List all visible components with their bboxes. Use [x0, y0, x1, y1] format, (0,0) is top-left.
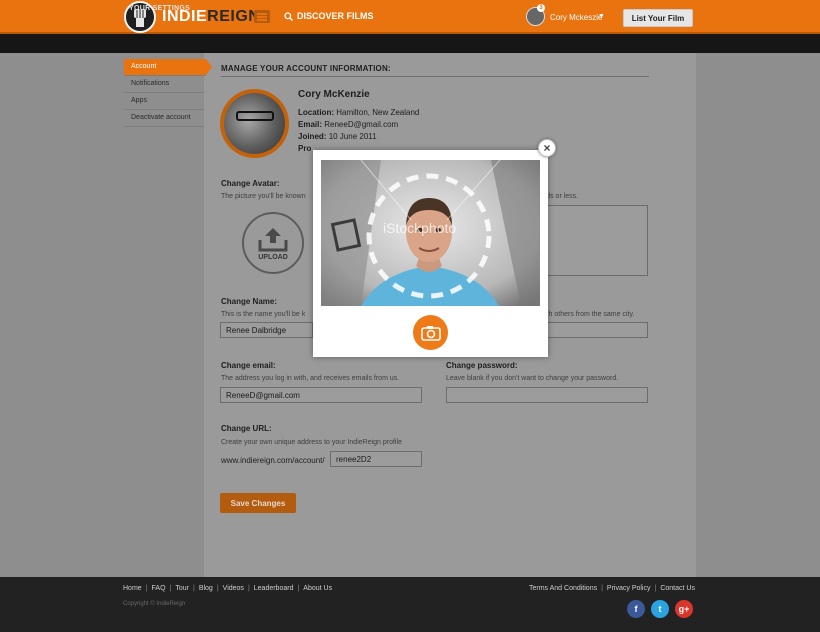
upload-icon: [258, 227, 288, 251]
footer-separator: |: [247, 585, 250, 592]
change-email-label: Change email:: [221, 361, 276, 370]
profile-url-row: Pro: [298, 144, 311, 153]
settings-title: YOUR SETTINGS: [129, 5, 191, 12]
location-value: Hamilton, New Zealand: [336, 108, 420, 117]
notification-badge[interactable]: 3: [537, 4, 545, 12]
footer-links-right: Terms And Conditions | Privacy Policy | Co…: [529, 585, 695, 592]
footer-link-faq[interactable]: FAQ: [152, 585, 166, 592]
profile-joined: Joined: 10 June 2011: [298, 132, 377, 141]
profile-label: Pro: [298, 144, 312, 153]
change-password-help: Leave blank if you don't want to change …: [446, 375, 619, 382]
footer-link-videos[interactable]: Videos: [223, 585, 244, 592]
copyright: Copyright © IndieReign: [123, 601, 186, 607]
url-field[interactable]: renee2D2: [330, 451, 422, 467]
footer-separator: |: [297, 585, 300, 592]
footer-links-left: Home | FAQ | Tour | Blog | Videos | Leaderboa…: [123, 585, 332, 592]
page-background-right: [696, 53, 820, 577]
email-field[interactable]: ReneeD@gmail.com: [220, 387, 422, 403]
email-label: Email:: [298, 120, 323, 129]
twitter-icon[interactable]: t: [651, 600, 669, 618]
footer-link-home[interactable]: Home: [123, 585, 142, 592]
camera-capture-button[interactable]: [413, 315, 448, 350]
change-url-help: Create your own unique address to your I…: [221, 439, 402, 446]
user-name[interactable]: Cory Mckeszie: [550, 13, 602, 22]
settings-subbar: [0, 34, 820, 53]
settings-sidebar: Account Notifications Apps Deactivate ac…: [124, 59, 212, 127]
change-avatar-label: Change Avatar:: [221, 179, 280, 188]
footer-separator: |: [654, 585, 657, 592]
save-changes-button[interactable]: Save Changes: [220, 493, 296, 513]
discover-films-link[interactable]: DISCOVER FILMS: [284, 11, 374, 21]
footer-separator: |: [192, 585, 195, 592]
profile-location: Location: Hamilton, New Zealand: [298, 108, 419, 117]
profile-name: Cory McKenzie: [298, 89, 370, 100]
footer-link-tour[interactable]: Tour: [175, 585, 189, 592]
city-field[interactable]: [547, 322, 648, 338]
close-icon[interactable]: ×: [538, 139, 556, 157]
upload-label: UPLOAD: [258, 253, 288, 261]
change-url-label: Change URL:: [221, 424, 272, 433]
menu-icon[interactable]: [254, 10, 270, 23]
search-icon: [284, 11, 293, 21]
page-background-left: [0, 53, 204, 577]
webcam-preview: iStockphoto: [321, 160, 540, 306]
logo-reign: REIGN: [207, 8, 261, 25]
chevron-down-icon[interactable]: ▼: [598, 13, 605, 20]
footer-separator: |: [145, 585, 148, 592]
profile-email: Email: ReneeD@gmail.com: [298, 120, 398, 129]
footer-link-leaderboard[interactable]: Leaderboard: [254, 585, 294, 592]
sidebar-item-account[interactable]: Account: [124, 59, 212, 76]
upload-avatar-button[interactable]: UPLOAD: [242, 212, 304, 274]
footer-link-about[interactable]: About Us: [303, 585, 332, 592]
joined-label: Joined:: [298, 132, 327, 141]
footer-separator: |: [216, 585, 219, 592]
footer-link-terms[interactable]: Terms And Conditions: [529, 585, 597, 592]
password-field[interactable]: [446, 387, 648, 403]
sidebar-item-deactivate[interactable]: Deactivate account: [124, 110, 204, 127]
sidebar-item-apps[interactable]: Apps: [124, 93, 204, 110]
change-avatar-help: The picture you'll be known: [221, 193, 306, 200]
name-field[interactable]: Renee Dalbridge: [220, 322, 313, 338]
watermark-text: iStockphoto: [383, 220, 457, 236]
discover-films-label: DISCOVER FILMS: [297, 11, 374, 21]
email-value: ReneeD@gmail.com: [324, 120, 399, 129]
footer-link-blog[interactable]: Blog: [199, 585, 213, 592]
change-name-label: Change Name:: [221, 297, 278, 306]
footer-link-privacy[interactable]: Privacy Policy: [607, 585, 651, 592]
camera-icon: [420, 325, 441, 341]
facebook-icon[interactable]: f: [627, 600, 645, 618]
sidebar-item-notifications[interactable]: Notifications: [124, 76, 204, 93]
top-navbar: [0, 0, 820, 34]
section-title: MANAGE YOUR ACCOUNT INFORMATION:: [221, 64, 391, 73]
list-your-film-button[interactable]: List Your Film: [623, 9, 693, 27]
footer-separator: |: [169, 585, 172, 592]
footer-link-contact[interactable]: Contact Us: [660, 585, 695, 592]
joined-value: 10 June 2011: [328, 132, 377, 141]
change-name-help: This is the name you'll be k: [221, 311, 306, 318]
footer-separator: |: [601, 585, 603, 592]
bio-textarea[interactable]: [533, 205, 648, 276]
change-email-help: The address you log in with, and receive…: [221, 375, 400, 382]
change-password-label: Change password:: [446, 361, 518, 370]
city-help: with others from the same city.: [540, 311, 635, 318]
googleplus-icon[interactable]: g+: [675, 600, 693, 618]
location-label: Location:: [298, 108, 334, 117]
section-divider: [221, 76, 649, 77]
glasses-shape: [236, 111, 274, 121]
profile-avatar: [220, 89, 289, 158]
url-prefix: www.indiereign.com/account/: [221, 456, 325, 465]
